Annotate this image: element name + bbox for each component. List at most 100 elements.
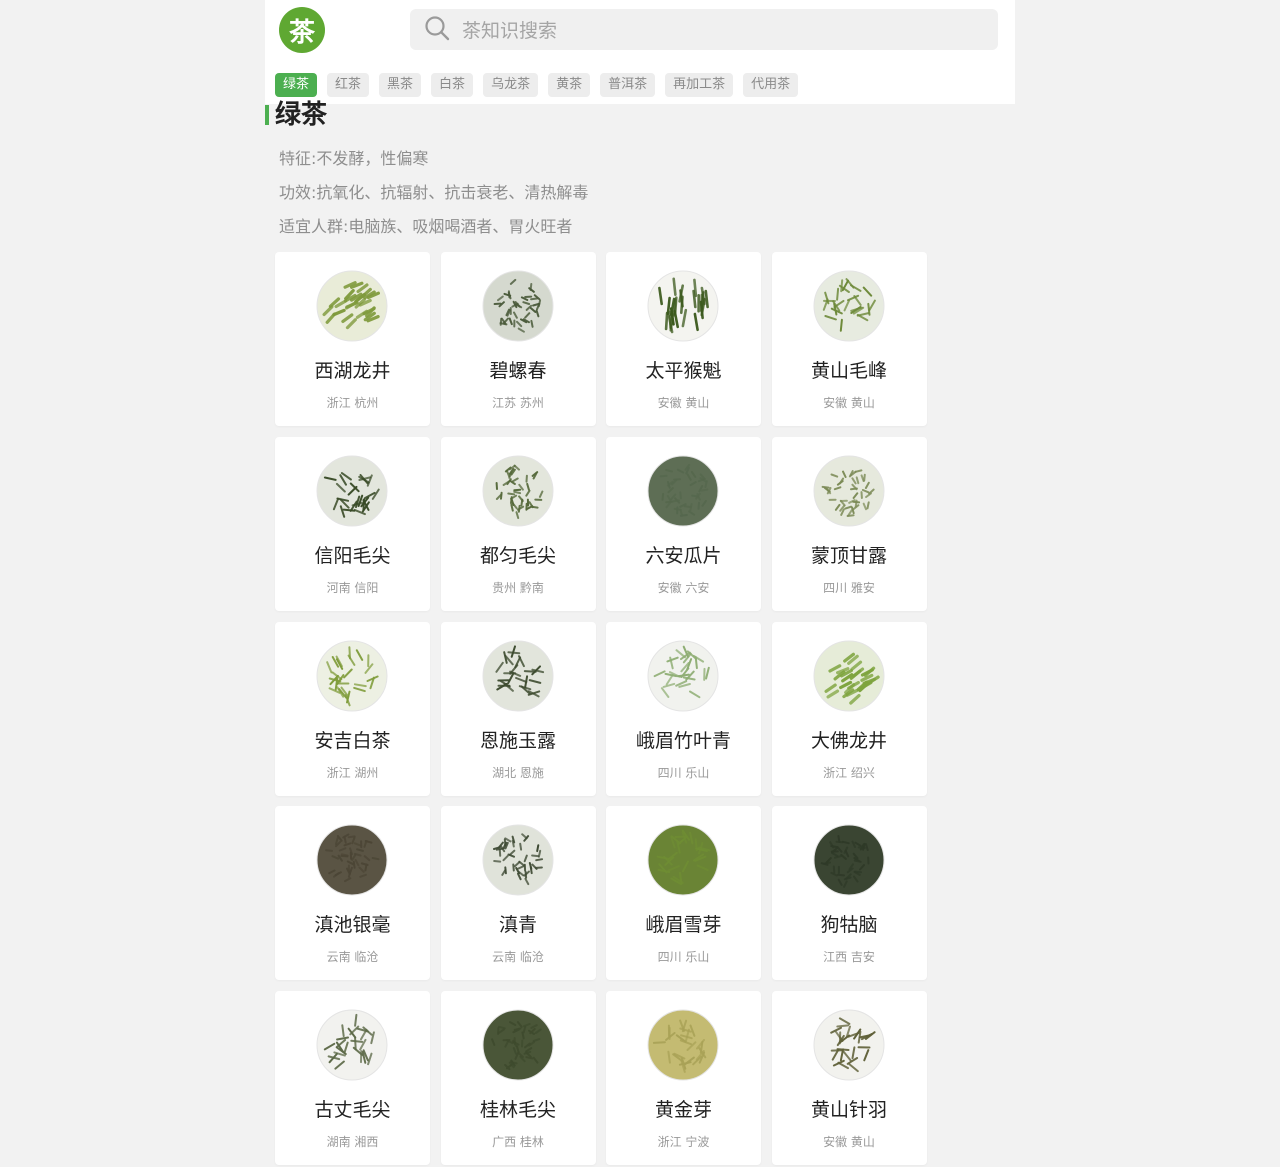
tea-name: 黄山毛峰 <box>810 360 887 382</box>
tea-card[interactable]: 太平猴魁 安徽 黄山 <box>606 252 761 426</box>
tea-origin: 湖北 恩施 <box>492 765 544 780</box>
tea-card[interactable]: 桂林毛尖 广西 桂林 <box>440 991 596 1166</box>
tea-name: 都匀毛尖 <box>479 544 556 567</box>
tea-card[interactable]: 滇池银毫 云南 临沧 <box>275 806 430 981</box>
tea-grid: 西湖龙井 浙江 杭州 碧螺春 江苏 苏州 太平猴魁 安徽 黄山 黄山毛峰 安徽 黄山 信阳毛尖河… <box>275 252 927 1166</box>
tea-origin: 安徽 黄山 <box>823 396 875 410</box>
tea-origin: 四川 乐山 <box>657 950 710 965</box>
traits-line: 特征:不发酵，性偏寒 <box>279 147 428 171</box>
tea-card[interactable]: 西湖龙井 浙江 杭州 <box>275 252 430 426</box>
tea-card[interactable]: 峨眉竹叶青四川 乐山 <box>606 621 761 796</box>
tea-origin: 四川 乐山 <box>657 765 710 780</box>
tab-3[interactable]: 白茶 <box>431 73 474 97</box>
tea-leaf-image <box>647 455 719 527</box>
tea-name: 古丈毛尖 <box>314 1099 391 1122</box>
tea-card[interactable]: 黄金芽 浙江 宁波 <box>606 991 761 1166</box>
audience-value: 电脑族、吸烟喝酒者、胃火旺者 <box>348 217 573 236</box>
tab-5[interactable]: 黄茶 <box>548 73 591 97</box>
tea-origin: 江西 吉安 <box>823 950 875 965</box>
tea-card[interactable]: 峨眉雪芽 四川 乐山 <box>606 806 761 981</box>
effects-value: 抗氧化、抗辐射、抗击衰老、清热解毒 <box>316 183 589 202</box>
tea-card[interactable]: 恩施玉露 湖北 恩施 <box>440 621 596 796</box>
tea-card[interactable]: 黄山毛峰 安徽 黄山 <box>771 252 927 426</box>
tea-leaf-image <box>482 270 553 342</box>
tea-leaf-image <box>813 824 884 896</box>
tea-leaf-image <box>813 455 884 527</box>
search-icon[interactable] <box>424 15 450 41</box>
tea-card[interactable]: 安吉白茶 浙江 湖州 <box>275 621 430 796</box>
tea-origin: 江苏 苏州 <box>492 396 544 410</box>
tea-name: 狗牯脑 <box>820 914 878 937</box>
tea-name: 滇青 <box>498 914 537 937</box>
tea-origin: 安徽 黄山 <box>657 396 710 410</box>
category-tabs: 绿茶 红茶 黑茶 白茶 乌龙茶 黄茶 普洱茶 再加工茶 代用茶 <box>275 73 808 97</box>
tea-card[interactable]: 蒙顶甘露 四川 雅安 <box>771 436 927 611</box>
tea-leaf-image <box>813 640 884 712</box>
tea-leaf-image <box>482 640 553 712</box>
tea-card[interactable]: 黄山针羽 安徽 黄山 <box>771 991 927 1166</box>
tab-2[interactable]: 黑茶 <box>379 73 422 97</box>
tea-origin: 四川 雅安 <box>823 580 875 595</box>
tab-8[interactable]: 代用茶 <box>743 73 799 97</box>
tea-leaf-image <box>482 824 553 896</box>
traits-label: 特征: <box>279 149 317 168</box>
effects-line: 功效:抗氧化、抗辐射、抗击衰老、清热解毒 <box>279 181 588 205</box>
tab-7[interactable]: 再加工茶 <box>665 73 734 97</box>
tea-name: 峨眉竹叶青 <box>635 729 731 752</box>
tea-leaf-image <box>482 455 553 527</box>
tea-name: 桂林毛尖 <box>479 1099 556 1122</box>
tea-card[interactable]: 古丈毛尖 湖南 湘西 <box>275 991 430 1166</box>
tab-4[interactable]: 乌龙茶 <box>483 73 539 97</box>
tea-card[interactable]: 滇青 云南 临沧 <box>440 806 596 981</box>
tea-origin: 安徽 六安 <box>657 580 710 595</box>
tea-card[interactable]: 六安瓜片 安徽 六安 <box>606 436 761 611</box>
tea-name: 峨眉雪芽 <box>645 914 722 937</box>
tea-leaf-image <box>316 640 388 712</box>
section-title: 绿茶 <box>275 100 328 130</box>
tea-origin: 广西 桂林 <box>492 1135 544 1150</box>
tea-leaf-image <box>316 1009 388 1081</box>
tea-card[interactable]: 都匀毛尖 贵州 黔南 <box>440 436 596 611</box>
search-input[interactable] <box>460 9 984 52</box>
tea-card[interactable]: 信阳毛尖 河南 信阳 <box>275 436 430 611</box>
tea-origin: 贵州 黔南 <box>492 580 544 595</box>
tea-name: 大佛龙井 <box>810 729 887 752</box>
tea-origin: 河南 信阳 <box>326 580 379 595</box>
audience-line: 适宜人群:电脑族、吸烟喝酒者、胃火旺者 <box>279 215 572 239</box>
tab-1[interactable]: 红茶 <box>327 73 370 97</box>
tea-origin: 安徽 黄山 <box>823 1135 875 1150</box>
tea-card[interactable]: 大佛龙井 浙江 绍兴 <box>771 621 927 796</box>
audience-label: 适宜人群: <box>279 217 349 236</box>
top-header: 茶 绿茶红茶黑茶白茶乌龙茶黄茶普洱茶再加工茶代用茶 <box>265 0 1015 104</box>
tea-origin: 浙江 湖州 <box>326 765 379 780</box>
tea-leaf-image <box>316 455 388 527</box>
tea-leaf-image <box>647 824 719 896</box>
tea-origin: 浙江 绍兴 <box>823 765 875 780</box>
tea-origin: 云南 临沧 <box>326 950 379 965</box>
tea-leaf-image <box>813 270 884 342</box>
tea-name: 黄金芽 <box>654 1099 712 1122</box>
tab-0[interactable]: 绿茶 <box>275 73 318 97</box>
tea-name: 黄山针羽 <box>810 1099 887 1122</box>
tea-leaf-image <box>647 640 719 712</box>
tab-6[interactable]: 普洱茶 <box>600 73 656 97</box>
tea-origin: 湖南 湘西 <box>326 1135 379 1150</box>
tea-leaf-image <box>813 1009 884 1081</box>
tea-origin: 浙江 宁波 <box>657 1135 710 1150</box>
tea-logo[interactable]: 茶 <box>279 7 325 53</box>
tea-name: 安吉白茶 <box>314 729 391 752</box>
tea-card[interactable]: 狗牯脑 江西 吉安 <box>771 806 927 981</box>
tea-origin: 云南 临沧 <box>492 950 544 965</box>
search-bar[interactable] <box>410 9 998 52</box>
tea-origin: 浙江 杭州 <box>326 396 379 410</box>
tea-name: 西湖龙井 <box>314 360 391 382</box>
tea-name: 滇池银毫 <box>314 914 391 937</box>
tea-leaf-image <box>316 824 388 896</box>
tea-name: 碧螺春 <box>489 360 547 382</box>
tea-name: 六安瓜片 <box>645 544 722 567</box>
tea-card[interactable]: 碧螺春 江苏 苏州 <box>440 252 596 426</box>
tea-name: 恩施玉露 <box>479 729 556 752</box>
tea-leaf-image <box>482 1009 553 1081</box>
tea-leaf-image <box>647 270 719 342</box>
traits-value: 不发酵，性偏寒 <box>316 149 429 168</box>
